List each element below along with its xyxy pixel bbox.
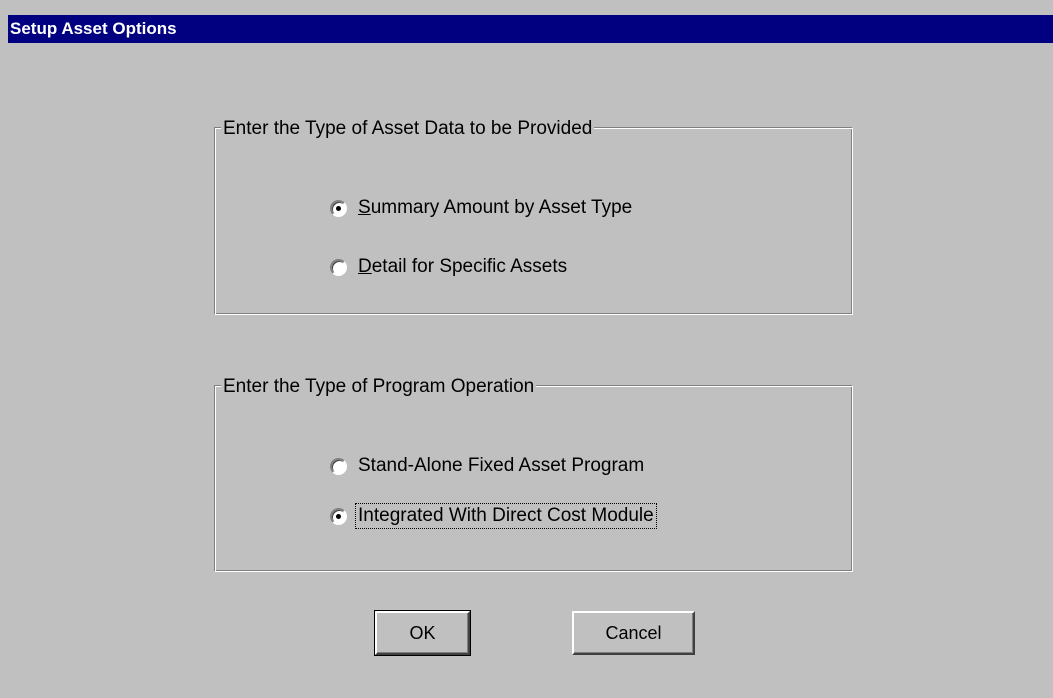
radio-detail-specific-label: Detail for Specific Assets (358, 256, 568, 277)
radio-summary-amount-indicator[interactable] (330, 199, 347, 217)
radio-summary-amount[interactable]: Summary Amount by Asset Type (330, 196, 634, 220)
dialog-client-area: Enter the Type of Asset Data to be Provi… (8, 43, 1053, 698)
radio-detail-specific-indicator[interactable] (330, 258, 347, 276)
radio-integrated-direct-cost-indicator[interactable] (330, 507, 347, 525)
cancel-button[interactable]: Cancel (572, 611, 695, 655)
radio-stand-alone-label: Stand-Alone Fixed Asset Program (358, 455, 645, 476)
radio-integrated-direct-cost-label: Integrated With Direct Cost Module (355, 503, 657, 529)
program-operation-group-frame (214, 385, 853, 572)
setup-asset-options-dialog: Setup Asset Options Enter the Type of As… (0, 0, 1053, 698)
radio-integrated-direct-cost[interactable]: Integrated With Direct Cost Module (330, 503, 657, 529)
radio-stand-alone[interactable]: Stand-Alone Fixed Asset Program (330, 454, 646, 478)
radio-summary-amount-label: Summary Amount by Asset Type (358, 197, 633, 218)
program-operation-group-legend: Enter the Type of Program Operation (221, 375, 537, 399)
asset-data-group-frame (214, 127, 853, 315)
ok-button[interactable]: OK (374, 610, 471, 656)
radio-detail-specific[interactable]: Detail for Specific Assets (330, 255, 569, 279)
window-title: Setup Asset Options (8, 15, 1053, 43)
asset-data-group-legend: Enter the Type of Asset Data to be Provi… (221, 117, 595, 141)
radio-stand-alone-indicator[interactable] (330, 457, 347, 475)
